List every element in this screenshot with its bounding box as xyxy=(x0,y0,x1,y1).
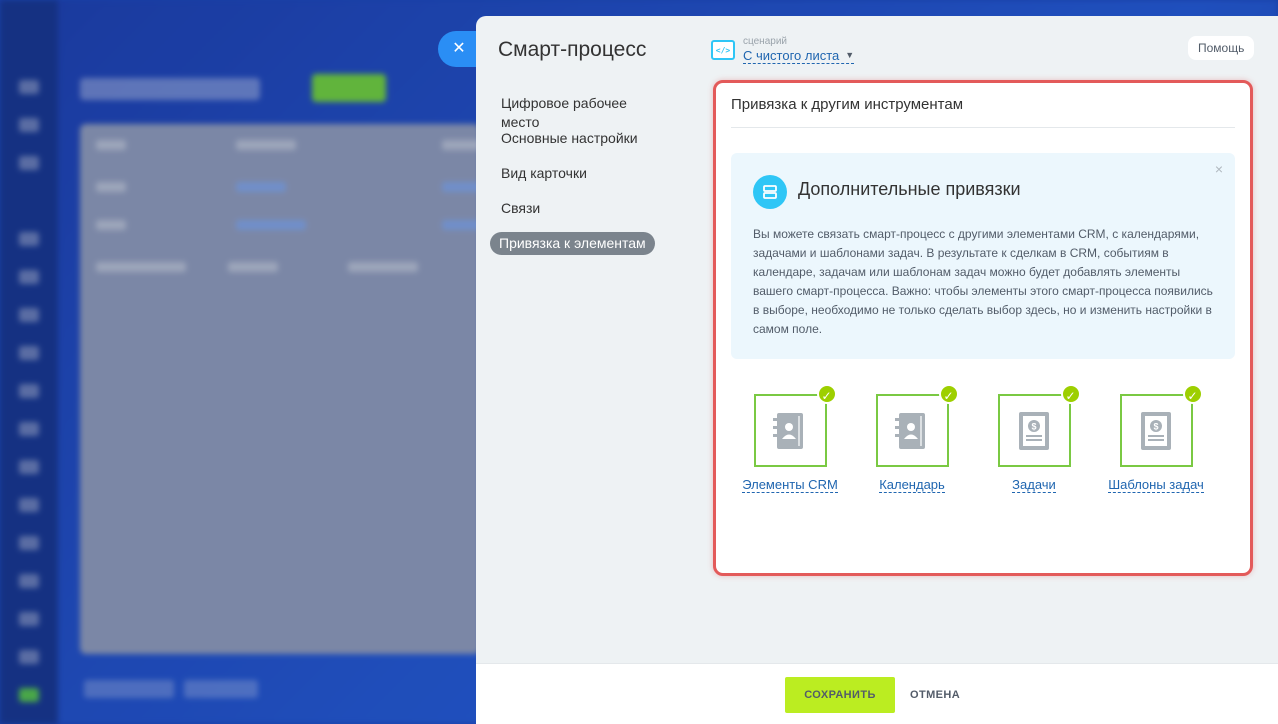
contact-book-icon xyxy=(895,412,925,449)
card-title: Привязка к другим инструментам xyxy=(731,96,964,113)
close-icon: ✕ xyxy=(452,40,466,57)
code-icon: </> xyxy=(711,40,735,60)
nav-item-relations[interactable]: Связи xyxy=(490,191,670,226)
slider-footer: СОХРАНИТЬ ОТМЕНА xyxy=(476,663,1278,724)
save-button[interactable]: СОХРАНИТЬ xyxy=(785,677,895,713)
tool-label[interactable]: Элементы CRM xyxy=(742,477,838,493)
tool-label[interactable]: Задачи xyxy=(1012,477,1056,493)
chevron-down-icon: ▼ xyxy=(845,50,855,60)
tool-task-templates[interactable]: $ ✓ Шаблоны задач xyxy=(1101,384,1211,494)
nav-item-element-binding[interactable]: Привязка к элементам xyxy=(490,232,655,255)
slider-title: Смарт-процесс xyxy=(498,38,647,61)
tools-list: ✓ Элементы CRM ✓ Календарь $ ✓ Задачи $ … xyxy=(731,384,1235,498)
tool-calendar[interactable]: ✓ Календарь xyxy=(857,384,967,494)
checkmark-icon: ✓ xyxy=(938,384,959,404)
tool-label[interactable]: Шаблоны задач xyxy=(1108,477,1204,493)
settings-nav: Цифровое рабочее место Основные настройк… xyxy=(490,86,670,255)
close-slider-button[interactable]: ✕ xyxy=(438,31,480,67)
info-block: × Дополнительные привязки Вы можете связ… xyxy=(731,153,1235,359)
checkmark-icon: ✓ xyxy=(816,384,837,404)
close-icon[interactable]: × xyxy=(1215,161,1223,177)
checkmark-icon: ✓ xyxy=(1182,384,1203,404)
scenario-value[interactable]: С чистого листа ▼ xyxy=(743,48,855,64)
nav-item-card-view[interactable]: Вид карточки xyxy=(490,156,670,191)
divider xyxy=(731,127,1235,128)
scenario-selector[interactable]: </> сценарий С чистого листа ▼ xyxy=(711,36,855,64)
tool-tile[interactable]: $ ✓ xyxy=(1119,384,1203,467)
tool-label[interactable]: Календарь xyxy=(879,477,945,493)
smart-process-slider: Смарт-процесс </> сценарий С чистого лис… xyxy=(476,16,1278,724)
tool-crm-elements[interactable]: ✓ Элементы CRM xyxy=(735,384,845,494)
scenario-caption: сценарий xyxy=(743,36,787,47)
info-text: Вы можете связать смарт-процесс с другим… xyxy=(753,227,1213,336)
info-title: Дополнительные привязки xyxy=(798,179,1021,199)
stack-icon xyxy=(753,175,787,209)
cancel-button[interactable]: ОТМЕНА xyxy=(910,677,960,713)
tool-tile[interactable]: ✓ xyxy=(753,384,837,467)
contact-book-icon xyxy=(773,412,803,449)
help-button[interactable]: Помощь xyxy=(1188,36,1255,60)
tool-tasks[interactable]: $ ✓ Задачи xyxy=(979,384,1089,494)
binding-card: Привязка к другим инструментам × Дополни… xyxy=(713,80,1253,576)
dollar-document-icon: $ xyxy=(1019,411,1049,450)
svg-text:$: $ xyxy=(1031,421,1036,431)
dollar-document-icon: $ xyxy=(1141,411,1171,450)
nav-item-digital-workplace[interactable]: Цифровое рабочее место xyxy=(490,86,670,130)
checkmark-icon: ✓ xyxy=(1060,384,1081,404)
svg-text:$: $ xyxy=(1153,421,1158,431)
tool-tile[interactable]: ✓ xyxy=(875,384,959,467)
tool-tile[interactable]: $ ✓ xyxy=(997,384,1081,467)
